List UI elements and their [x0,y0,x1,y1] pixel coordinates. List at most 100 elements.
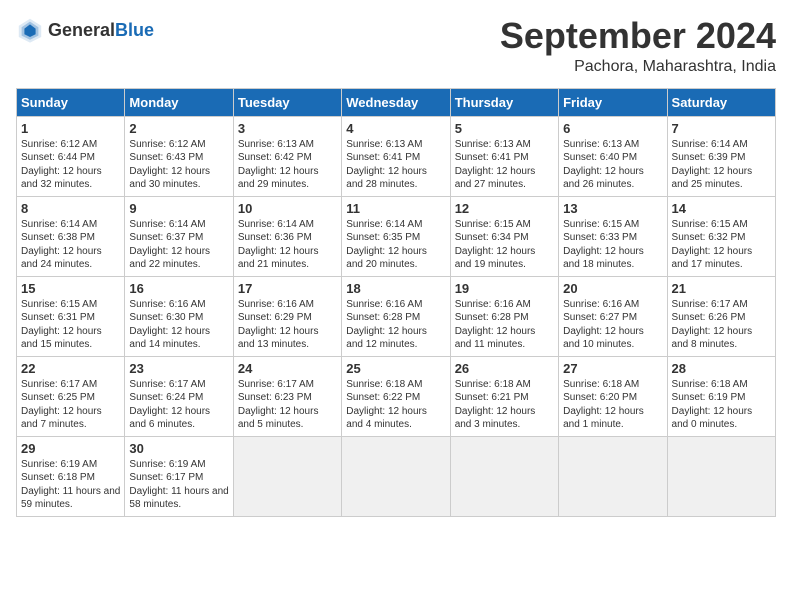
day-number: 15 [21,281,120,296]
day-number: 13 [563,201,662,216]
cell-details: Sunrise: 6:17 AM Sunset: 6:26 PM Dayligh… [672,298,771,352]
calendar-cell: 8 Sunrise: 6:14 AM Sunset: 6:38 PM Daylig… [17,196,125,276]
day-number: 20 [563,281,662,296]
cell-details: Sunrise: 6:12 AM Sunset: 6:43 PM Dayligh… [129,138,228,192]
calendar-week-4: 22 Sunrise: 6:17 AM Sunset: 6:25 PM Dayli… [17,356,776,436]
calendar-cell [450,436,558,516]
cell-details: Sunrise: 6:14 AM Sunset: 6:37 PM Dayligh… [129,218,228,272]
day-number: 29 [21,441,120,456]
day-number: 7 [672,121,771,136]
calendar-cell: 29 Sunrise: 6:19 AM Sunset: 6:18 PM Dayli… [17,436,125,516]
cell-details: Sunrise: 6:16 AM Sunset: 6:28 PM Dayligh… [346,298,445,352]
calendar-cell [667,436,775,516]
calendar-cell: 12Sunrise: 6:15 AM Sunset: 6:34 PM Dayli… [450,196,558,276]
logo-general: General [48,21,115,39]
day-number: 21 [672,281,771,296]
day-number: 9 [129,201,228,216]
calendar-cell: 27Sunrise: 6:18 AM Sunset: 6:20 PM Dayli… [559,356,667,436]
weekday-header-thursday: Thursday [450,88,558,116]
cell-details: Sunrise: 6:17 AM Sunset: 6:25 PM Dayligh… [21,378,120,432]
calendar-week-5: 29 Sunrise: 6:19 AM Sunset: 6:18 PM Dayli… [17,436,776,516]
day-number: 23 [129,361,228,376]
day-number: 19 [455,281,554,296]
cell-details: Sunrise: 6:14 AM Sunset: 6:39 PM Dayligh… [672,138,771,192]
calendar-cell: 9 Sunrise: 6:14 AM Sunset: 6:37 PM Daylig… [125,196,233,276]
cell-details: Sunrise: 6:14 AM Sunset: 6:35 PM Dayligh… [346,218,445,272]
day-number: 22 [21,361,120,376]
day-number: 12 [455,201,554,216]
calendar-cell: 4Sunrise: 6:13 AM Sunset: 6:41 PM Daylig… [342,116,450,196]
day-number: 30 [129,441,228,456]
cell-details: Sunrise: 6:14 AM Sunset: 6:36 PM Dayligh… [238,218,337,272]
logo-icon [16,16,44,44]
cell-details: Sunrise: 6:15 AM Sunset: 6:31 PM Dayligh… [21,298,120,352]
logo: General Blue [16,16,154,44]
cell-details: Sunrise: 6:16 AM Sunset: 6:30 PM Dayligh… [129,298,228,352]
cell-details: Sunrise: 6:18 AM Sunset: 6:21 PM Dayligh… [455,378,554,432]
day-number: 18 [346,281,445,296]
calendar-cell: 10Sunrise: 6:14 AM Sunset: 6:36 PM Dayli… [233,196,341,276]
calendar-header: SundayMondayTuesdayWednesdayThursdayFrid… [17,88,776,116]
day-number: 16 [129,281,228,296]
weekday-header-wednesday: Wednesday [342,88,450,116]
weekday-header-row: SundayMondayTuesdayWednesdayThursdayFrid… [17,88,776,116]
cell-details: Sunrise: 6:17 AM Sunset: 6:24 PM Dayligh… [129,378,228,432]
calendar-cell: 26Sunrise: 6:18 AM Sunset: 6:21 PM Dayli… [450,356,558,436]
cell-details: Sunrise: 6:19 AM Sunset: 6:17 PM Dayligh… [129,458,228,512]
calendar-cell: 23 Sunrise: 6:17 AM Sunset: 6:24 PM Dayli… [125,356,233,436]
day-number: 8 [21,201,120,216]
calendar-table: SundayMondayTuesdayWednesdayThursdayFrid… [16,88,776,517]
cell-details: Sunrise: 6:16 AM Sunset: 6:28 PM Dayligh… [455,298,554,352]
day-number: 17 [238,281,337,296]
calendar-cell [233,436,341,516]
logo-text: General Blue [48,21,154,39]
calendar-cell: 3 Sunrise: 6:13 AM Sunset: 6:42 PM Daylig… [233,116,341,196]
calendar-cell: 13 Sunrise: 6:15 AM Sunset: 6:33 PM Dayli… [559,196,667,276]
day-number: 3 [238,121,337,136]
cell-details: Sunrise: 6:18 AM Sunset: 6:19 PM Dayligh… [672,378,771,432]
calendar-cell: 16 Sunrise: 6:16 AM Sunset: 6:30 PM Dayli… [125,276,233,356]
day-number: 14 [672,201,771,216]
calendar-cell [559,436,667,516]
calendar-week-1: 1 Sunrise: 6:12 AM Sunset: 6:44 PM Daylig… [17,116,776,196]
calendar-cell: 11 Sunrise: 6:14 AM Sunset: 6:35 PM Dayli… [342,196,450,276]
calendar-cell: 19 Sunrise: 6:16 AM Sunset: 6:28 PM Dayli… [450,276,558,356]
calendar-cell: 6 Sunrise: 6:13 AM Sunset: 6:40 PM Daylig… [559,116,667,196]
month-title: September 2024 [500,16,776,56]
location-title: Pachora, Maharashtra, India [500,58,776,76]
cell-details: Sunrise: 6:18 AM Sunset: 6:22 PM Dayligh… [346,378,445,432]
calendar-cell: 15 Sunrise: 6:15 AM Sunset: 6:31 PM Dayli… [17,276,125,356]
day-number: 1 [21,121,120,136]
cell-details: Sunrise: 6:19 AM Sunset: 6:18 PM Dayligh… [21,458,120,512]
cell-details: Sunrise: 6:18 AM Sunset: 6:20 PM Dayligh… [563,378,662,432]
day-number: 4 [346,121,445,136]
weekday-header-tuesday: Tuesday [233,88,341,116]
title-area: September 2024 Pachora, Maharashtra, Ind… [500,16,776,76]
day-number: 25 [346,361,445,376]
calendar-cell: 7 Sunrise: 6:14 AM Sunset: 6:39 PM Daylig… [667,116,775,196]
cell-details: Sunrise: 6:13 AM Sunset: 6:40 PM Dayligh… [563,138,662,192]
cell-details: Sunrise: 6:14 AM Sunset: 6:38 PM Dayligh… [21,218,120,272]
calendar-cell: 21 Sunrise: 6:17 AM Sunset: 6:26 PM Dayli… [667,276,775,356]
logo-blue: Blue [115,21,154,39]
calendar-cell: 17 Sunrise: 6:16 AM Sunset: 6:29 PM Dayli… [233,276,341,356]
calendar-cell: 30 Sunrise: 6:19 AM Sunset: 6:17 PM Dayli… [125,436,233,516]
calendar-cell: 14Sunrise: 6:15 AM Sunset: 6:32 PM Dayli… [667,196,775,276]
cell-details: Sunrise: 6:16 AM Sunset: 6:27 PM Dayligh… [563,298,662,352]
calendar-cell: 18 Sunrise: 6:16 AM Sunset: 6:28 PM Dayli… [342,276,450,356]
cell-details: Sunrise: 6:16 AM Sunset: 6:29 PM Dayligh… [238,298,337,352]
calendar-cell: 20 Sunrise: 6:16 AM Sunset: 6:27 PM Dayli… [559,276,667,356]
calendar-cell: 22 Sunrise: 6:17 AM Sunset: 6:25 PM Dayli… [17,356,125,436]
day-number: 6 [563,121,662,136]
cell-details: Sunrise: 6:13 AM Sunset: 6:42 PM Dayligh… [238,138,337,192]
weekday-header-monday: Monday [125,88,233,116]
calendar-body: 1 Sunrise: 6:12 AM Sunset: 6:44 PM Daylig… [17,116,776,516]
weekday-header-sunday: Sunday [17,88,125,116]
calendar-cell: 25 Sunrise: 6:18 AM Sunset: 6:22 PM Dayli… [342,356,450,436]
header: General Blue September 2024 Pachora, Mah… [16,16,776,76]
calendar-cell: 28Sunrise: 6:18 AM Sunset: 6:19 PM Dayli… [667,356,775,436]
day-number: 11 [346,201,445,216]
cell-details: Sunrise: 6:17 AM Sunset: 6:23 PM Dayligh… [238,378,337,432]
cell-details: Sunrise: 6:12 AM Sunset: 6:44 PM Dayligh… [21,138,120,192]
cell-details: Sunrise: 6:15 AM Sunset: 6:33 PM Dayligh… [563,218,662,272]
